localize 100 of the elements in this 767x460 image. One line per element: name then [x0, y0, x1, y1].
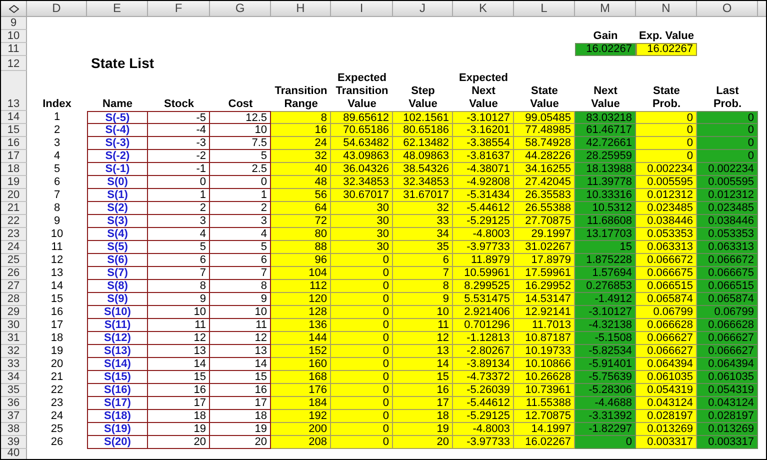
row-number[interactable]: 10	[1, 30, 27, 43]
table-cell: 0.066628	[697, 319, 758, 332]
column-letter[interactable]: J	[393, 1, 453, 17]
column-letter[interactable]: K	[453, 1, 514, 17]
row-number[interactable]: 34	[1, 371, 27, 384]
row-number[interactable]: 19	[1, 176, 27, 189]
column-header: Cost	[228, 98, 253, 111]
table-cell: 0	[575, 436, 636, 449]
row-number[interactable]: 33	[1, 358, 27, 371]
row-number[interactable]: 28	[1, 293, 27, 306]
row-number[interactable]: 37	[1, 410, 27, 423]
table-cell: 16	[393, 384, 453, 397]
row-number[interactable]: 32	[1, 345, 27, 358]
table-cell: 0	[636, 111, 697, 124]
row-number[interactable]: 25	[1, 254, 27, 267]
row-number[interactable]: 20	[1, 189, 27, 202]
table-cell: -4.8003	[453, 423, 514, 436]
table-cell: 72	[271, 215, 331, 228]
row-number[interactable]: 17	[1, 150, 27, 163]
table-cell: 0	[331, 306, 393, 319]
table-cell: 0.066515	[697, 280, 758, 293]
table-cell: 11.39778	[575, 176, 636, 189]
row-number[interactable]: 29	[1, 306, 27, 319]
table-cell: 15	[575, 241, 636, 254]
table-cell: 11	[148, 319, 210, 332]
table-cell: 0	[331, 345, 393, 358]
row-number[interactable]: 38	[1, 423, 27, 436]
table-cell: 12	[148, 332, 210, 345]
column-letter[interactable]: H	[271, 1, 331, 17]
row-number[interactable]: 39	[1, 436, 27, 449]
table-cell: S(11)	[87, 319, 148, 332]
row-number[interactable]: 24	[1, 241, 27, 254]
table-cell: 8	[148, 280, 210, 293]
table-cell: 20	[393, 436, 453, 449]
table-cell: -1	[148, 163, 210, 176]
table-cell: 0	[331, 384, 393, 397]
table-cell-text: 16	[50, 306, 64, 319]
table-cell-text: 12	[50, 254, 64, 267]
row-number[interactable]: 40	[1, 449, 27, 459]
column-letter[interactable]: E	[87, 1, 148, 17]
table-cell: 0	[331, 358, 393, 371]
row-number[interactable]: 18	[1, 163, 27, 176]
table-cell: 1	[148, 189, 210, 202]
table-cell: 0.066627	[636, 332, 697, 345]
table-cell: 0.06799	[636, 306, 697, 319]
row-number[interactable]: 22	[1, 215, 27, 228]
table-cell: 0.043124	[636, 397, 697, 410]
table-cell: -3.31392	[575, 410, 636, 423]
column-letter[interactable]: G	[210, 1, 271, 17]
column-letter[interactable]: L	[514, 1, 575, 17]
table-cell: S(14)	[87, 358, 148, 371]
column-letter[interactable]: I	[331, 1, 393, 17]
table-cell: 48.09863	[393, 150, 453, 163]
row-number[interactable]: 31	[1, 332, 27, 345]
column-letter[interactable]: D	[27, 1, 87, 17]
table-cell: S(-5)	[87, 111, 148, 124]
table-cell: 5	[148, 241, 210, 254]
column-letter[interactable]: N	[636, 1, 697, 17]
row-number[interactable]: 27	[1, 280, 27, 293]
table-cell: 77.48985	[514, 124, 575, 137]
table-cell: 0.012312	[697, 189, 758, 202]
table-cell: 3	[148, 215, 210, 228]
table-cell: 16	[271, 124, 331, 137]
row-number[interactable]: 14	[1, 111, 27, 124]
table-cell: 0	[636, 150, 697, 163]
row-number[interactable]: 11	[1, 43, 27, 56]
table-cell: 0.002234	[697, 163, 758, 176]
row-number[interactable]: 36	[1, 397, 27, 410]
table-cell: 30.67017	[331, 189, 393, 202]
column-header: Transition Range	[274, 85, 328, 111]
table-cell: 19	[393, 423, 453, 436]
table-cell: 64	[271, 202, 331, 215]
table-cell: 0.054319	[636, 384, 697, 397]
row-number[interactable]: 9	[1, 17, 27, 30]
table-cell: S(-3)	[87, 137, 148, 150]
table-cell: 43.09863	[331, 150, 393, 163]
row-number[interactable]: 15	[1, 124, 27, 137]
row-number[interactable]: 21	[1, 202, 27, 215]
table-cell: 0	[636, 124, 697, 137]
row-number[interactable]: 35	[1, 384, 27, 397]
table-cell: S(8)	[87, 280, 148, 293]
table-cell: 54.63482	[331, 137, 393, 150]
table-cell: -2.80267	[453, 345, 514, 358]
row-number[interactable]: 26	[1, 267, 27, 280]
table-cell: 83.03218	[575, 111, 636, 124]
row-number[interactable]: 12	[1, 56, 27, 71]
table-cell: 0.065874	[636, 293, 697, 306]
column-letter[interactable]: O	[697, 1, 758, 17]
table-cell: 1.57694	[575, 267, 636, 280]
column-letter[interactable]: F	[148, 1, 210, 17]
row-number[interactable]: 13	[1, 71, 27, 111]
table-cell: 0.061035	[636, 371, 697, 384]
table-cell: -4.92808	[453, 176, 514, 189]
table-cell: 0.063313	[697, 241, 758, 254]
row-number[interactable]: 16	[1, 137, 27, 150]
row-number[interactable]: 30	[1, 319, 27, 332]
column-letter[interactable]: M	[575, 1, 636, 17]
row-number[interactable]: 23	[1, 228, 27, 241]
table-cell-text: 25	[50, 423, 64, 436]
select-all-corner[interactable]	[1, 1, 27, 17]
